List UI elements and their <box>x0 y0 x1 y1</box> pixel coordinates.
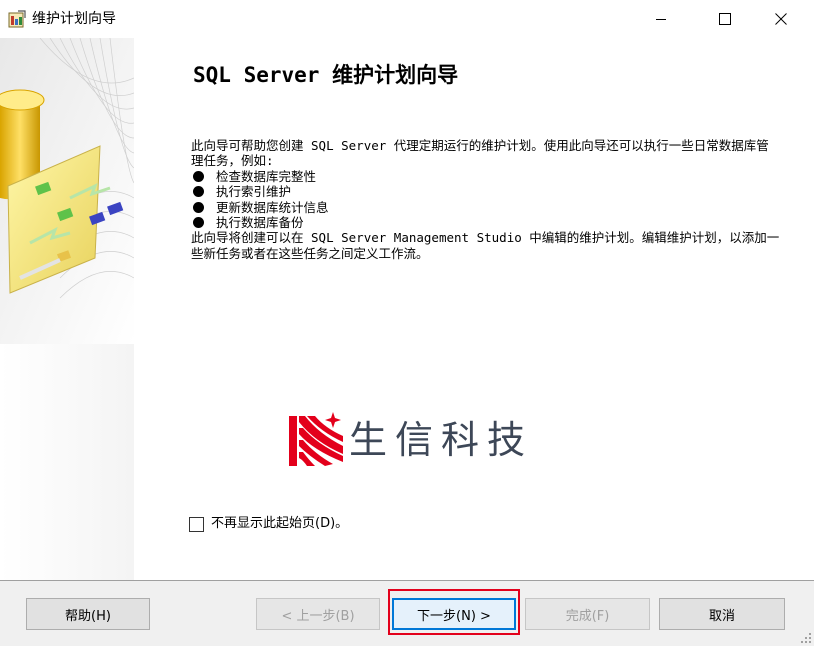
outro-text: 此向导将创建可以在 SQL Server Management Studio 中… <box>191 230 780 261</box>
bullet-icon <box>193 171 204 183</box>
title-bar[interactable]: 维护计划向导 <box>0 0 814 38</box>
dont-show-again-option[interactable]: 不再显示此起始页(D)。 <box>189 514 348 534</box>
maximize-button[interactable] <box>702 0 748 38</box>
logo-mark-icon <box>289 412 343 466</box>
database-illustration-icon <box>0 38 134 344</box>
wizard-app-icon <box>8 10 26 28</box>
watermark-logo: 生信科技 <box>289 412 559 468</box>
window-title: 维护计划向导 <box>32 11 116 27</box>
wizard-side-panel <box>0 344 134 580</box>
intro-text: 此向导可帮助您创建 SQL Server 代理定期运行的维护计划。使用此向导还可… <box>191 138 769 169</box>
cancel-button[interactable]: 取消 <box>659 598 785 630</box>
dont-show-again-checkbox[interactable] <box>189 516 204 532</box>
page-title: SQL Server 维护计划向导 <box>193 63 459 87</box>
back-button[interactable]: < 上一步(B) <box>256 598 380 630</box>
resize-grip-icon[interactable] <box>800 632 812 644</box>
dont-show-again-label[interactable]: 不再显示此起始页(D)。 <box>211 514 348 534</box>
bullet-item: 更新数据库统计信息 <box>191 200 781 215</box>
bullet-icon <box>193 217 204 229</box>
bullet-item: 执行数据库备份 <box>191 215 781 230</box>
wizard-side-graphic <box>0 38 134 344</box>
minimize-button[interactable] <box>638 0 684 38</box>
finish-button[interactable]: 完成(F) <box>525 598 650 630</box>
bullet-icon <box>193 201 204 213</box>
close-button[interactable] <box>758 0 804 38</box>
bullet-item: 检查数据库完整性 <box>191 169 781 184</box>
logo-text: 生信科技 <box>349 418 534 462</box>
bullet-item: 执行索引维护 <box>191 184 781 199</box>
next-button-highlight <box>388 589 520 635</box>
help-button[interactable]: 帮助(H) <box>26 598 150 630</box>
bullet-icon <box>193 186 204 198</box>
maximize-icon <box>719 13 731 25</box>
minimize-icon <box>656 19 666 20</box>
close-icon <box>775 13 787 25</box>
wizard-description: 此向导可帮助您创建 SQL Server 代理定期运行的维护计划。使用此向导还可… <box>191 138 781 261</box>
